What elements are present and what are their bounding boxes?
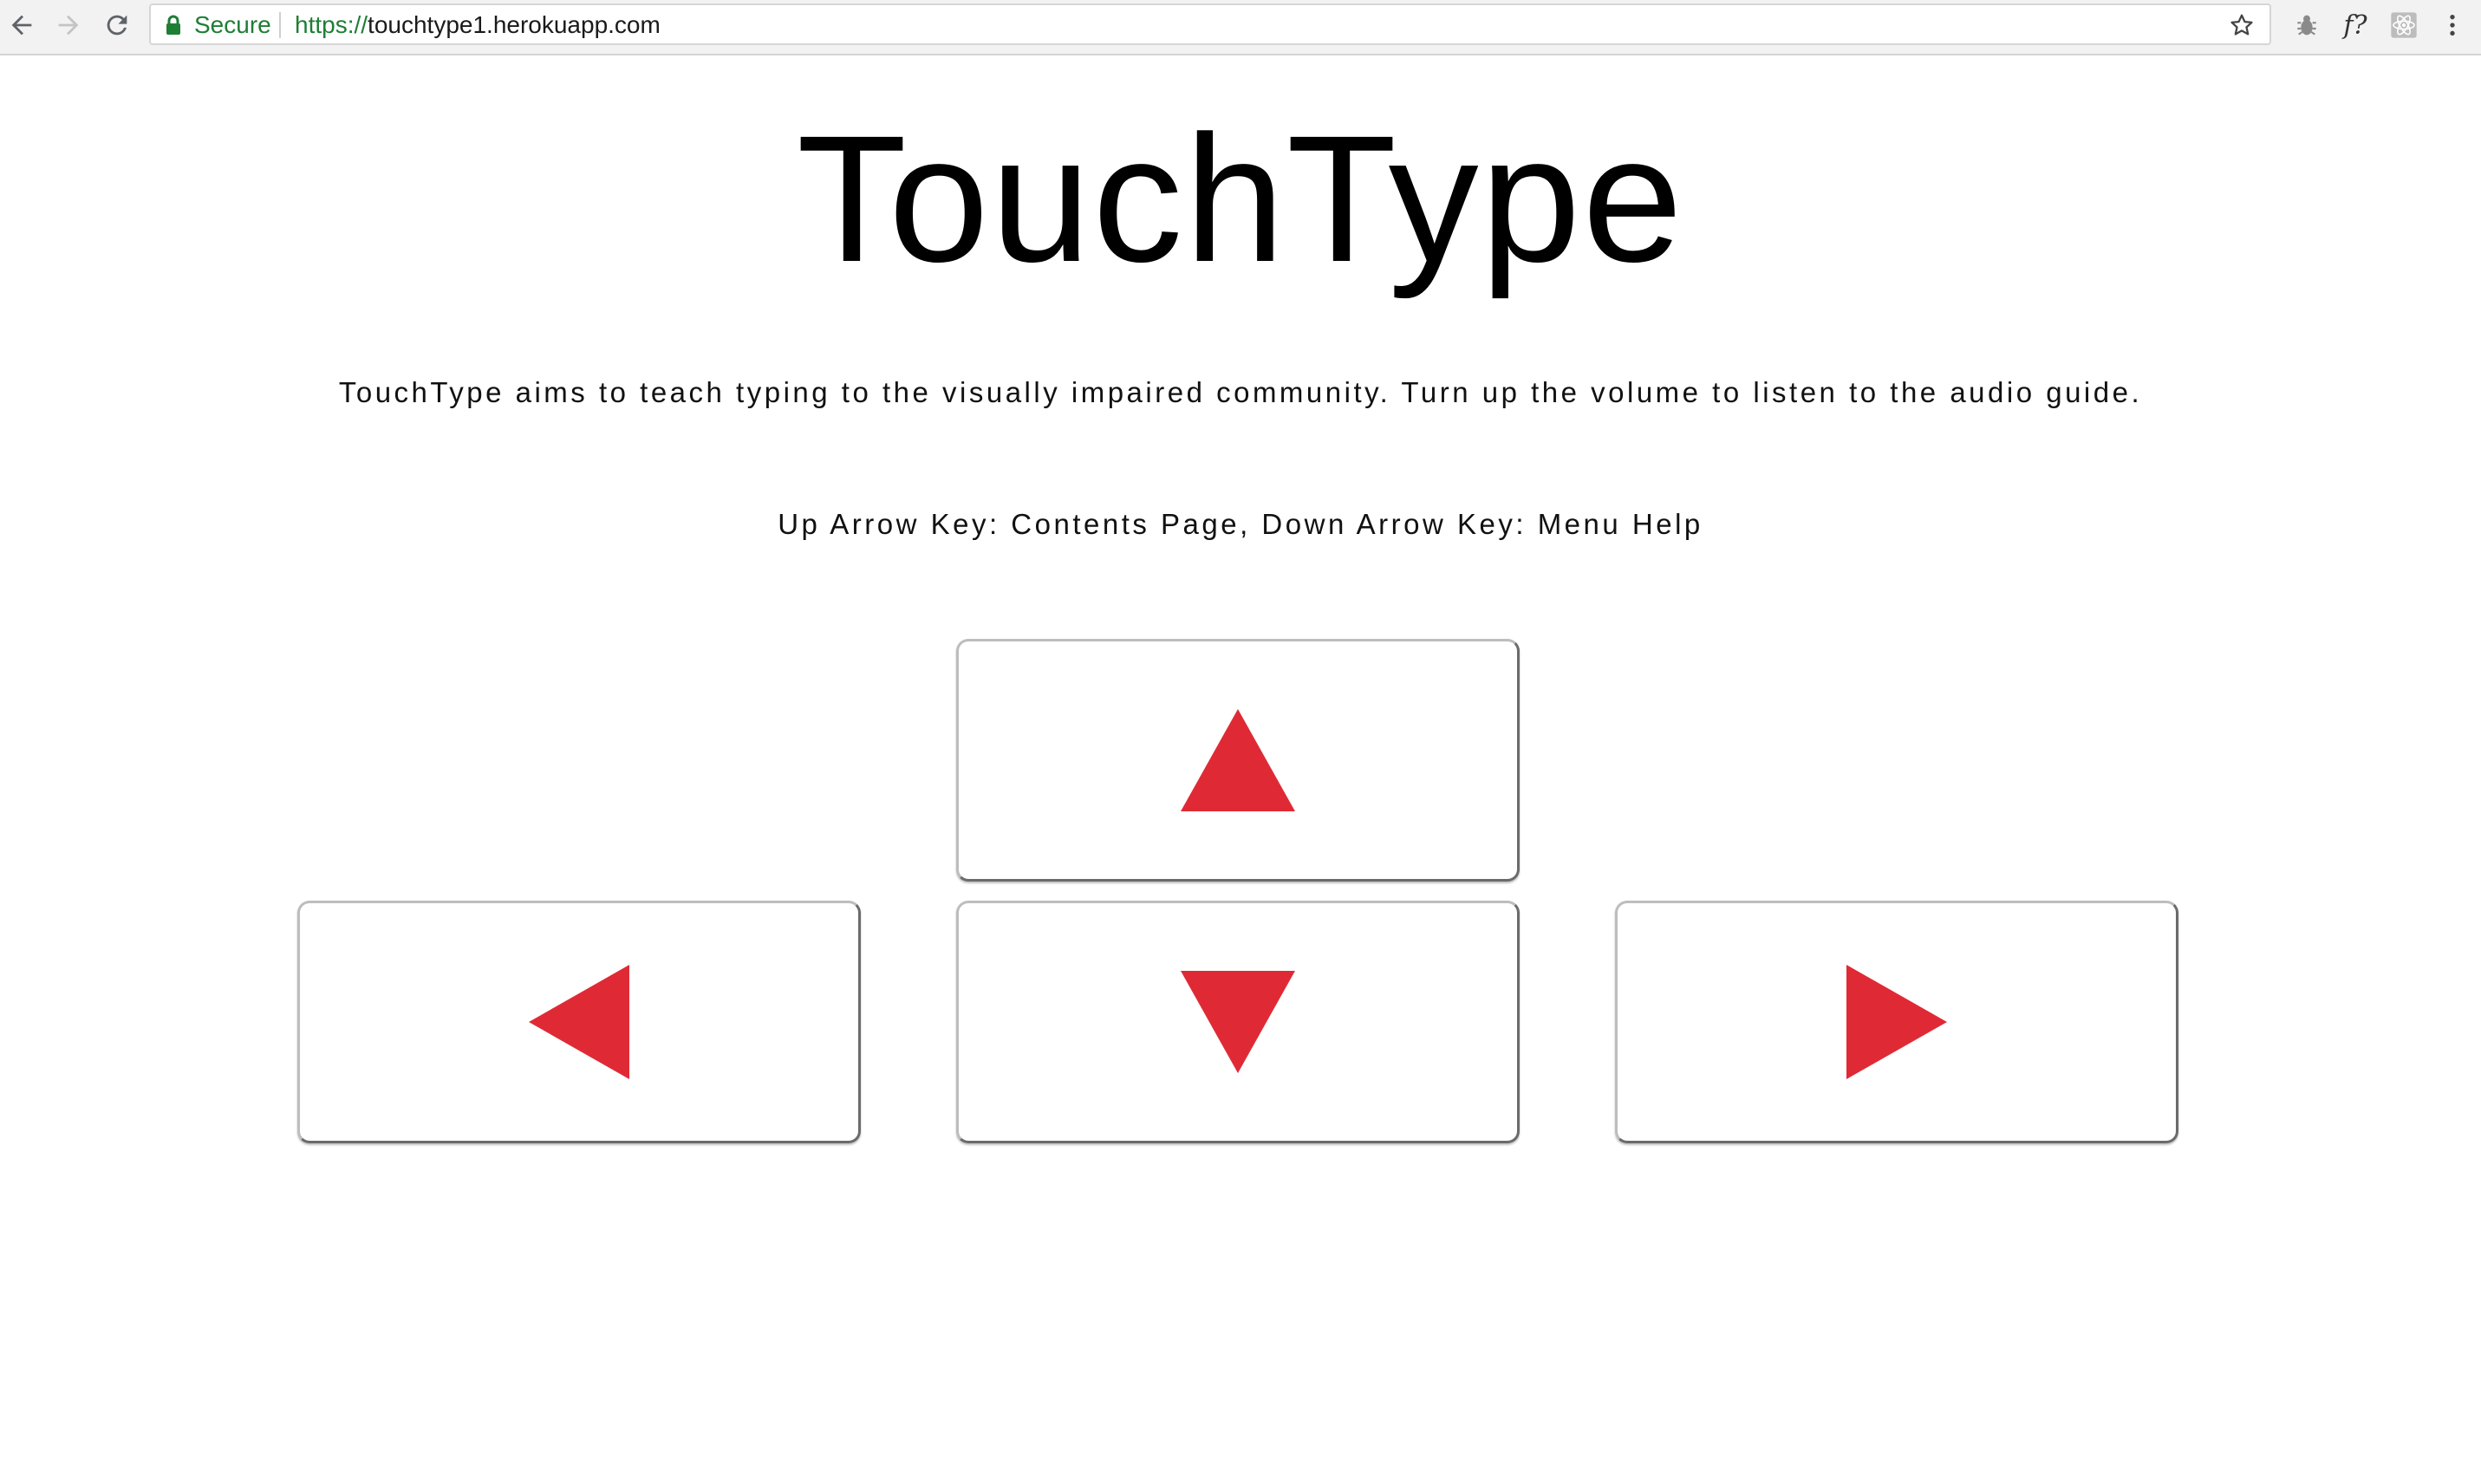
up-arrow-key[interactable] [956,639,1520,882]
arrow-up-icon [1181,709,1295,811]
secure-label: Secure [194,11,271,38]
url-host: touchtype1.herokuapp.com [368,11,661,38]
forward-arrow-icon [58,15,79,36]
url-text: https://touchtype1.herokuapp.com [295,10,661,40]
left-arrow-key[interactable] [297,901,861,1143]
back-button[interactable] [3,7,40,43]
reload-icon [107,15,127,36]
right-arrow-key[interactable] [1615,901,2178,1143]
arrow-left-icon [529,965,629,1079]
down-arrow-key[interactable] [956,901,1520,1143]
arrow-right-icon [1846,965,1947,1079]
bookmark-star-icon[interactable] [2228,11,2256,39]
page-title: TouchType [797,99,1684,300]
url-scheme: https:// [295,11,368,38]
arrow-down-icon [1181,971,1295,1073]
react-devtools-icon[interactable] [2387,9,2420,42]
more-vert-icon [2450,15,2455,36]
address-bar[interactable]: Secure https://touchtype1.herokuapp.com [149,3,2271,45]
omnibox-divider [279,12,281,38]
font-extension-icon[interactable]: f? [2339,9,2372,42]
lock-icon [166,15,180,35]
browser-menu-button[interactable] [2436,9,2469,42]
back-arrow-icon [11,15,32,36]
keyboard-hint: Up Arrow Key: Contents Page, Down Arrow … [778,508,1703,540]
browser-toolbar: Secure https://touchtype1.herokuapp.com … [0,0,2481,55]
bug-extension-icon[interactable] [2290,9,2323,42]
reload-button[interactable] [99,7,135,43]
forward-button[interactable] [50,7,87,43]
intro-text: TouchType aims to teach typing to the vi… [338,376,2143,408]
